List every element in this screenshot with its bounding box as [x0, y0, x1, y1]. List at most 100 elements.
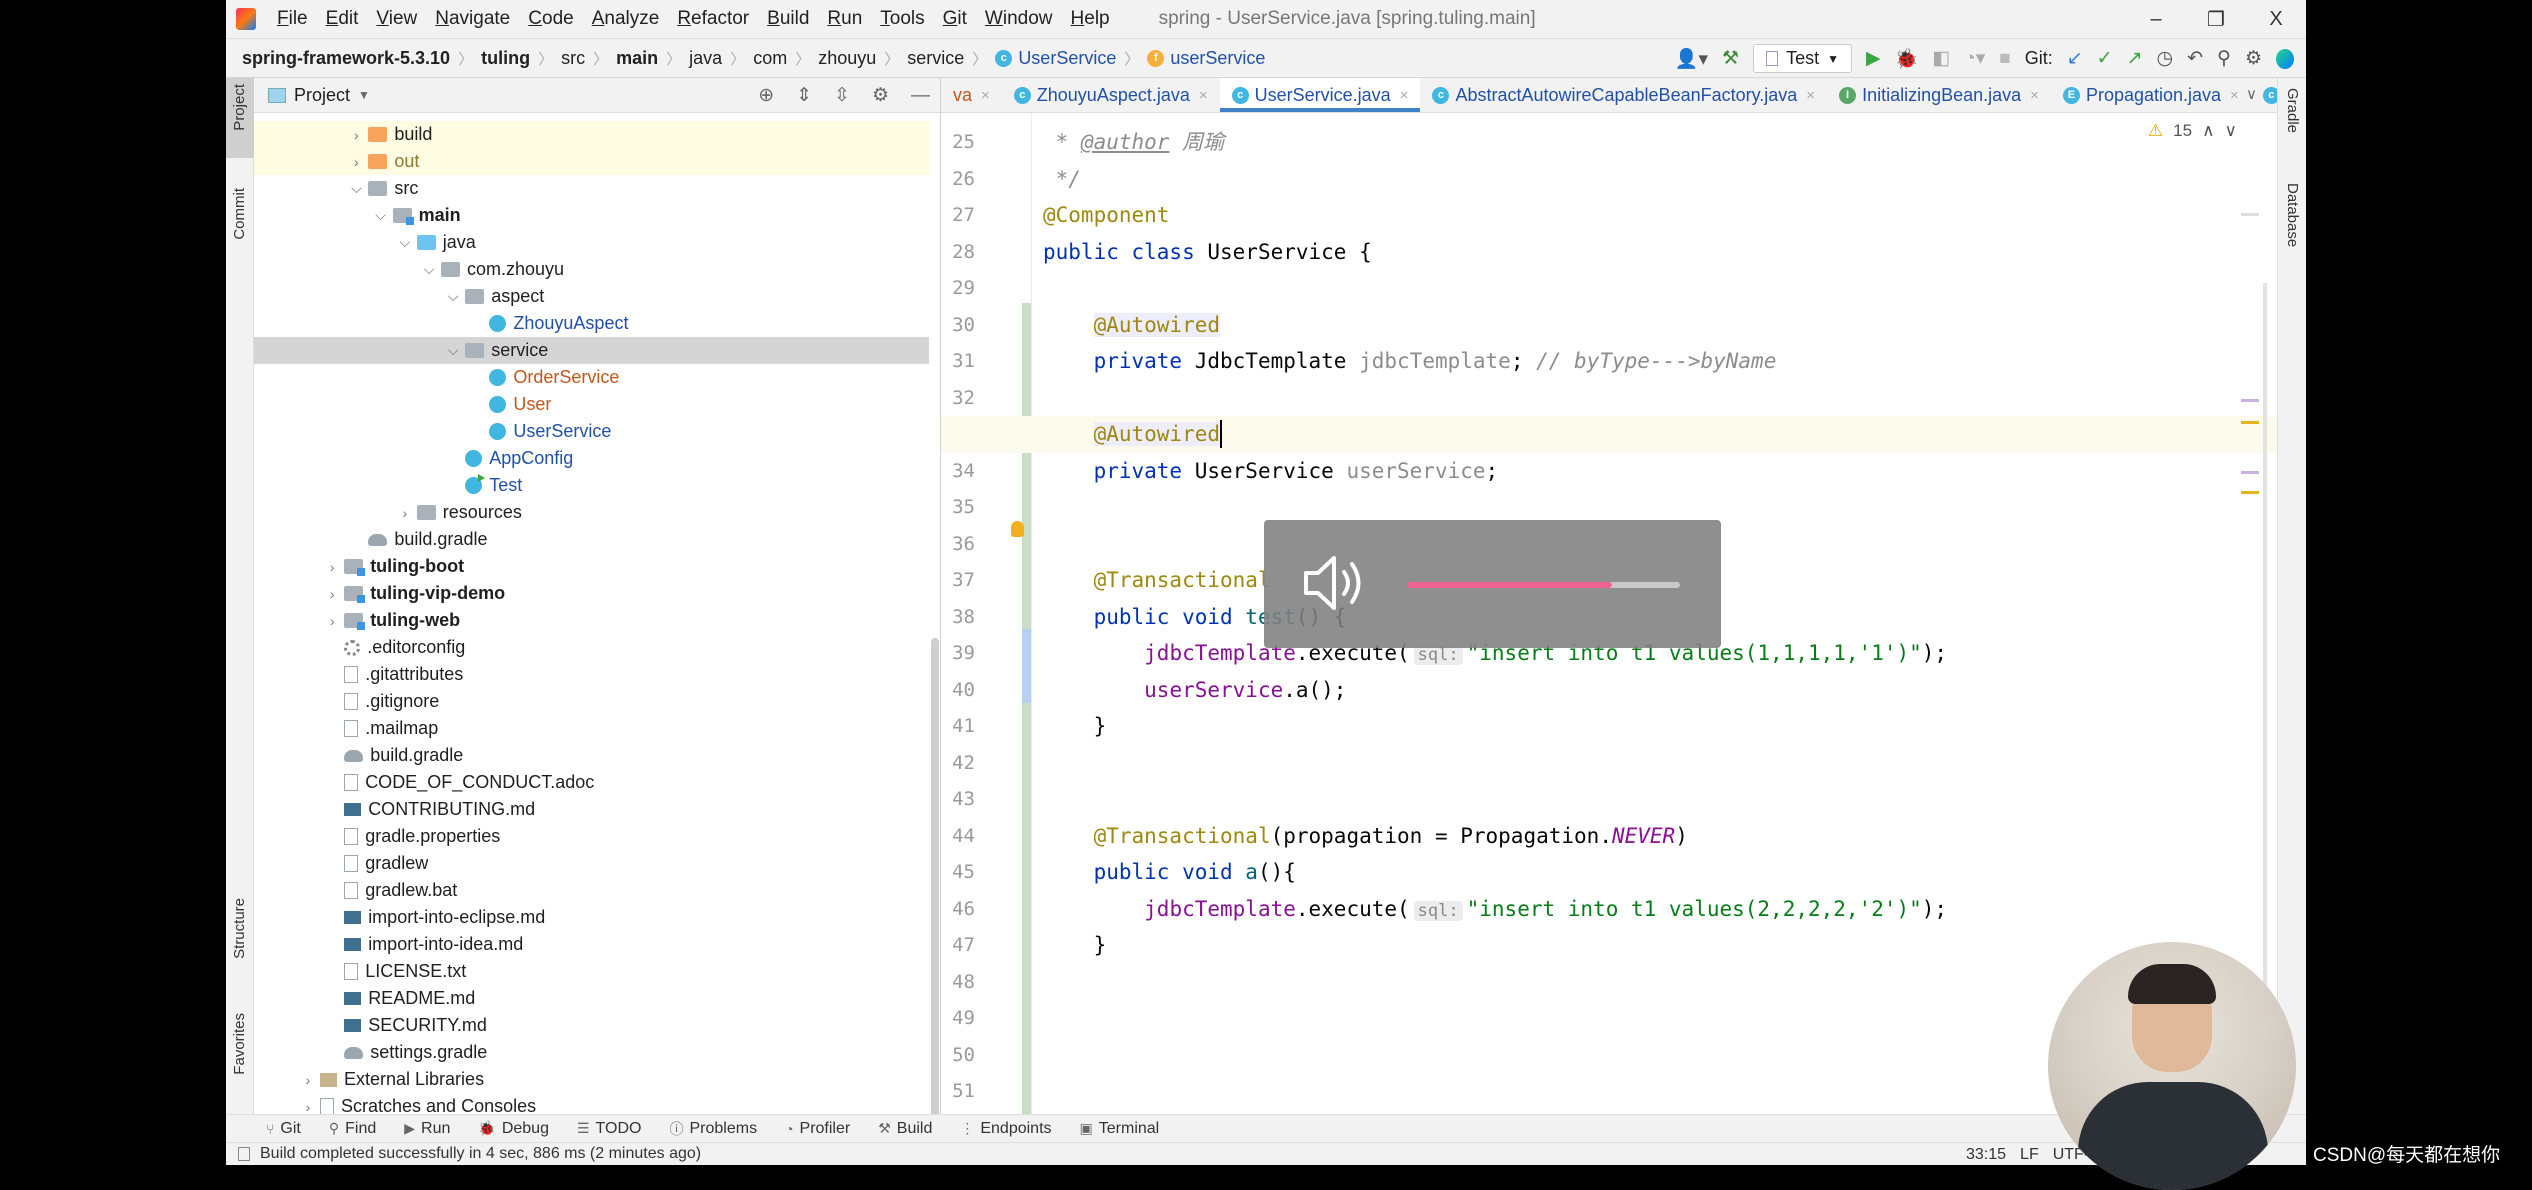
tree-item[interactable]: .gitattributes: [254, 661, 929, 688]
code-line[interactable]: @Autowired: [941, 416, 2277, 453]
tree-item[interactable]: › tuling-boot: [254, 553, 929, 580]
close-tab-icon[interactable]: ×: [2230, 87, 2239, 104]
tree-item[interactable]: .mailmap: [254, 715, 929, 742]
tool-run[interactable]: ▶ Run: [404, 1120, 450, 1138]
tool-debug[interactable]: 🐞 Debug: [478, 1120, 549, 1138]
tree-item[interactable]: gradlew.bat: [254, 877, 929, 904]
menu-file[interactable]: File: [268, 8, 317, 30]
debug-icon[interactable]: 🐞: [1895, 47, 1919, 71]
menu-refactor[interactable]: Refactor: [668, 8, 758, 30]
code-line[interactable]: [941, 380, 2277, 417]
tree-item[interactable]: import-into-idea.md: [254, 931, 929, 958]
structure-tool-button[interactable]: Structure: [231, 898, 248, 959]
tree-item[interactable]: › Scratches and Consoles: [254, 1093, 929, 1114]
tree-item[interactable]: .editorconfig: [254, 634, 929, 661]
git-update-icon[interactable]: ↙: [2067, 47, 2083, 70]
expand-all-icon[interactable]: ⇕: [796, 84, 812, 107]
menu-git[interactable]: Git: [934, 8, 976, 30]
tree-item[interactable]: › tuling-web: [254, 607, 929, 634]
chevron-right-icon[interactable]: ›: [320, 586, 344, 602]
project-view-dropdown[interactable]: Project: [294, 85, 350, 106]
run-config-dropdown[interactable]: Test ▼: [1753, 44, 1852, 73]
tree-item[interactable]: settings.gradle: [254, 1039, 929, 1066]
tree-item[interactable]: build.gradle: [254, 526, 929, 553]
project-tool-button[interactable]: Project: [231, 84, 248, 131]
code-line[interactable]: public void a(){: [941, 854, 2277, 891]
menu-help[interactable]: Help: [1062, 8, 1119, 30]
chevron-down-icon[interactable]: ⌵: [441, 342, 465, 359]
tree-item[interactable]: ⌵ service: [254, 337, 929, 364]
breadcrumb-item[interactable]: service: [907, 48, 964, 69]
breadcrumb-item[interactable]: zhouyu: [818, 48, 876, 69]
tree-item[interactable]: OrderService: [254, 364, 929, 391]
tool-todo[interactable]: ☰ TODO: [577, 1120, 642, 1138]
menu-edit[interactable]: Edit: [317, 8, 368, 30]
breadcrumb-item[interactable]: c UserService: [995, 48, 1116, 69]
tree-item[interactable]: ⌵ java: [254, 229, 929, 256]
tree-item[interactable]: › tuling-vip-demo: [254, 580, 929, 607]
chevron-right-icon[interactable]: ›: [320, 559, 344, 575]
tool-find[interactable]: ⚲ Find: [329, 1120, 376, 1138]
user-icon[interactable]: 👤▾: [1675, 47, 1708, 71]
hide-icon[interactable]: —: [911, 85, 930, 107]
inspection-widget[interactable]: ⚠ 15 ∧ ∨: [2148, 121, 2237, 141]
search-icon[interactable]: ⚲: [2217, 47, 2231, 70]
commit-tool-button[interactable]: Commit: [231, 188, 248, 240]
menu-window[interactable]: Window: [976, 8, 1062, 30]
code-line[interactable]: }: [941, 708, 2277, 745]
close-tab-icon[interactable]: ×: [1806, 87, 1815, 104]
tab-userservice-java[interactable]: c UserService.java ×: [1219, 78, 1421, 112]
tool-problems[interactable]: ⓘ Problems: [669, 1119, 757, 1139]
code-line[interactable]: public class UserService {: [941, 234, 2277, 271]
menu-navigate[interactable]: Navigate: [426, 8, 519, 30]
tree-item[interactable]: gradlew: [254, 850, 929, 877]
breadcrumb-item[interactable]: main: [616, 48, 658, 69]
git-commit-icon[interactable]: ✓: [2097, 47, 2113, 70]
tree-item[interactable]: › out: [254, 148, 929, 175]
code-line[interactable]: @Component: [941, 197, 2277, 234]
menu-build[interactable]: Build: [758, 8, 818, 30]
profile-icon[interactable]: ◔▾: [1964, 47, 1985, 70]
database-tool-button[interactable]: Database: [2284, 183, 2301, 247]
code-line[interactable]: userService.a();: [941, 672, 2277, 709]
code-line[interactable]: @Transactional(propagation = Propagation…: [941, 818, 2277, 855]
code-line[interactable]: jdbcTemplate.execute(sql: "insert into t1…: [941, 891, 2277, 928]
close-button[interactable]: X: [2246, 0, 2306, 39]
tab-initializingbean-java[interactable]: I InitializingBean.java ×: [1827, 78, 2051, 112]
tree-item[interactable]: ⌵ src: [254, 175, 929, 202]
chevron-down-icon[interactable]: ⌵: [417, 261, 441, 278]
history-icon[interactable]: ◷: [2157, 47, 2174, 70]
tool-git[interactable]: ⑂ Git: [266, 1120, 301, 1138]
breadcrumb-item[interactable]: java: [689, 48, 722, 69]
tree-item[interactable]: LICENSE.txt: [254, 958, 929, 985]
minimize-button[interactable]: –: [2126, 0, 2186, 39]
close-tab-icon[interactable]: ×: [1400, 87, 1409, 104]
chevron-down-icon[interactable]: ⌵: [441, 288, 465, 305]
tool-terminal[interactable]: ▣ Terminal: [1080, 1120, 1160, 1138]
close-tab-icon[interactable]: ×: [1199, 87, 1208, 104]
chevron-down-icon[interactable]: ⌵: [393, 234, 417, 251]
volume-slider[interactable]: [1407, 582, 1680, 588]
project-scrollbar[interactable]: [931, 638, 939, 1114]
tree-item[interactable]: .gitignore: [254, 688, 929, 715]
tree-item[interactable]: ⌵ com.zhouyu: [254, 256, 929, 283]
code-line[interactable]: */: [941, 161, 2277, 198]
tree-item[interactable]: ⌵ aspect: [254, 283, 929, 310]
caret-position[interactable]: 33:15: [1966, 1146, 2006, 1164]
tab-zhouyuaspect-java[interactable]: c ZhouyuAspect.java ×: [1002, 78, 1220, 112]
tool-profiler[interactable]: ◔ Profiler: [785, 1120, 850, 1138]
menu-tools[interactable]: Tools: [871, 8, 933, 30]
gear-icon[interactable]: ⚙: [2245, 47, 2262, 70]
menu-analyze[interactable]: Analyze: [583, 8, 669, 30]
tab-abstractautowirecapablebeanfactory-java[interactable]: c AbstractAutowireCapableBeanFactory.java…: [1420, 78, 1827, 112]
stop-icon[interactable]: ■: [1999, 48, 2010, 70]
chevron-down-icon[interactable]: ⌵: [344, 180, 368, 197]
menu-run[interactable]: Run: [818, 8, 871, 30]
editor-scrollbar[interactable]: [2263, 283, 2267, 1023]
tree-item[interactable]: gradle.properties: [254, 823, 929, 850]
tree-item[interactable]: AppConfig: [254, 445, 929, 472]
status-toggle-icon[interactable]: [238, 1147, 250, 1161]
breadcrumb-item[interactable]: tuling: [481, 48, 530, 69]
tree-item[interactable]: User: [254, 391, 929, 418]
tab-va[interactable]: va ×: [941, 78, 1002, 112]
